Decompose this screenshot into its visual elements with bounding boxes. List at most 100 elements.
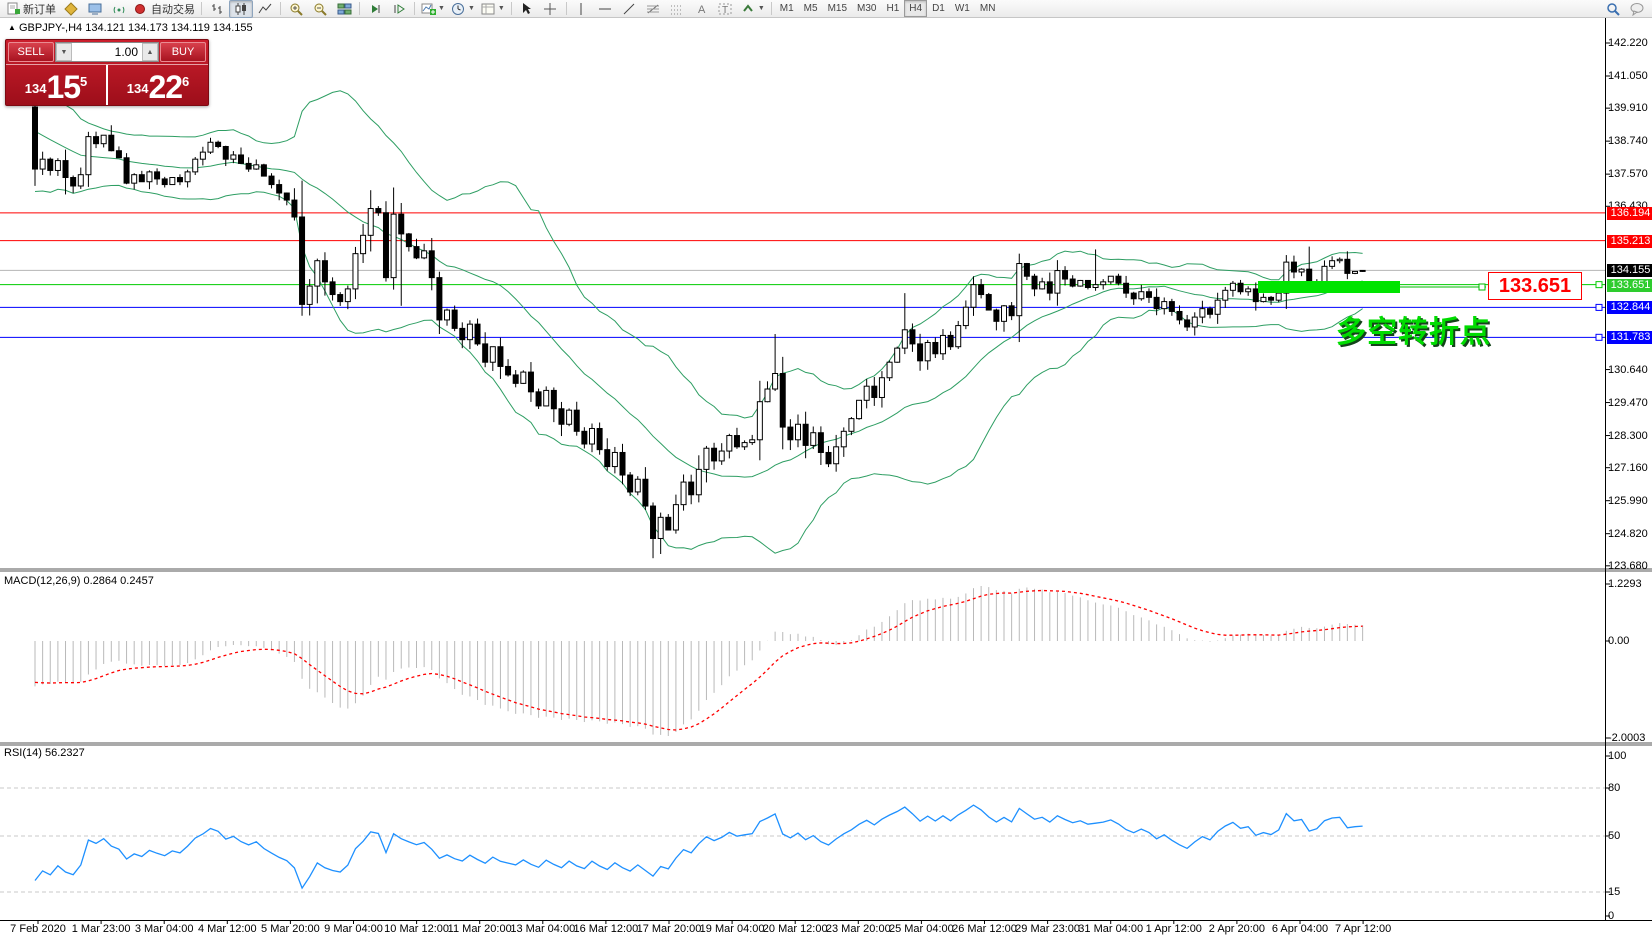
vertical-line-tool-button[interactable] [570,0,594,18]
line-chart-mode-button[interactable] [253,0,277,18]
text-tool-button[interactable]: A [690,0,714,18]
hline-handle[interactable] [1596,334,1602,340]
vertical-line-icon [574,2,589,16]
timeframe-button-d1[interactable]: D1 [927,0,950,17]
text-label-tool-button[interactable]: T [714,0,738,18]
candle-body [261,165,266,176]
new-order-button[interactable]: 新订单 [3,0,59,18]
candle-body [1192,317,1197,327]
time-tick-label: 20 Mar 12:00 [763,923,828,935]
rsi-line [35,805,1363,888]
ask-price[interactable]: 134226 [108,65,208,105]
periods-button[interactable]: ▼ [448,0,478,18]
candle-body [513,375,518,383]
zoom-in-button[interactable] [284,0,308,18]
candle-body [124,158,129,183]
price-tick-label: 128.300 [1608,430,1652,443]
candle-body [696,469,701,494]
candle-body [48,159,53,170]
timeframe-button-h4[interactable]: H4 [904,0,927,17]
toolbar-divider [414,2,415,15]
autotrading-button[interactable]: 自动交易 [131,0,198,18]
time-tick-label: 13 Mar 04:00 [510,923,575,935]
candle-body [292,200,297,217]
callout-anchor-square[interactable] [1479,284,1485,290]
bid-price[interactable]: 134155 [6,65,108,105]
candle-body [116,151,121,158]
candle-body [391,214,396,277]
volume-increase-button[interactable]: ▲ [142,43,158,61]
volume-value[interactable]: 1.00 [72,45,142,59]
indicators-button[interactable]: ▼ [418,0,448,18]
templates-button[interactable]: ▼ [478,0,508,18]
toolbar-divider [359,2,360,15]
turning-point-annotation[interactable]: 多空转折点 [1336,307,1491,351]
candle-body [170,178,175,185]
candle-body [704,448,709,469]
timeframe-button-m1[interactable]: M1 [775,0,799,17]
symbol-name: GBPJPY-,H4 [19,22,82,34]
new-order-icon [6,2,21,16]
timeframe-button-h1[interactable]: H1 [881,0,904,17]
candle-body [1040,282,1045,289]
arrows-tool-button[interactable]: ▼ [738,0,768,18]
chat-button[interactable] [1625,0,1649,18]
candle-body [1139,292,1144,299]
search-button[interactable] [1601,0,1625,18]
hline-handle[interactable] [1596,304,1602,310]
price-tick-label: 123.680 [1608,560,1652,573]
price-callout-box[interactable]: 133.651 [1488,272,1582,300]
time-tick-label: 1 Apr 12:00 [1146,923,1202,935]
candle-body [734,436,739,447]
timeframe-button-m15[interactable]: M15 [823,0,852,17]
chart-plot-area[interactable] [0,0,1652,938]
price-tick-label: 142.220 [1608,37,1652,50]
support-zone-rectangle[interactable] [1258,281,1400,293]
candle-body [40,159,45,169]
crosshair-tool-button[interactable] [539,0,563,18]
collapse-triangle-icon[interactable]: ▲ [8,23,16,32]
fibonacci-tool-button[interactable] [642,0,666,18]
candle-body [460,328,465,339]
timeframe-button-w1[interactable]: W1 [950,0,975,17]
sell-button[interactable]: SELL [8,42,54,62]
candle-body [1162,302,1167,309]
timeframe-button-m5[interactable]: M5 [799,0,823,17]
chart-shift-icon [392,2,407,16]
timeframe-button-m30[interactable]: M30 [852,0,881,17]
zoom-out-icon [313,2,328,16]
market-watch-button[interactable] [83,0,107,18]
grid-tool-button[interactable] [666,0,690,18]
candle-body [1017,264,1022,316]
bar-chart-mode-button[interactable] [205,0,229,18]
dropdown-caret: ▼ [498,5,505,12]
candle-body [727,436,732,452]
candle-body [33,107,38,169]
chart-shift-button[interactable] [387,0,411,18]
tile-windows-button[interactable] [332,0,356,18]
signals-button[interactable] [107,0,131,18]
hline-handle[interactable] [1596,282,1602,288]
volume-decrease-button[interactable]: ▼ [56,43,72,61]
timeframe-button-mn[interactable]: MN [975,0,1001,17]
candle-body [506,366,511,374]
trendline-tool-button[interactable] [618,0,642,18]
auto-scroll-button[interactable] [363,0,387,18]
depth-of-market-button[interactable] [59,0,83,18]
candle-body [1085,280,1090,287]
time-tick-label: 17 Mar 20:00 [637,923,702,935]
zoom-out-button[interactable] [308,0,332,18]
candle-body [1146,292,1151,298]
timeframe-bar: M1M5M15M30H1H4D1W1MN [775,0,1001,17]
candle-body [86,137,91,175]
buy-button[interactable]: BUY [160,42,206,62]
candle-body [933,342,938,353]
horizontal-line-tool-button[interactable] [594,0,618,18]
candle-body [1108,276,1113,282]
candle-body [406,234,411,247]
candle-body [895,348,900,362]
candle-body [994,310,999,321]
candlestick-mode-button[interactable] [229,0,253,18]
dropdown-caret: ▼ [438,5,445,12]
cursor-tool-button[interactable] [515,0,539,18]
